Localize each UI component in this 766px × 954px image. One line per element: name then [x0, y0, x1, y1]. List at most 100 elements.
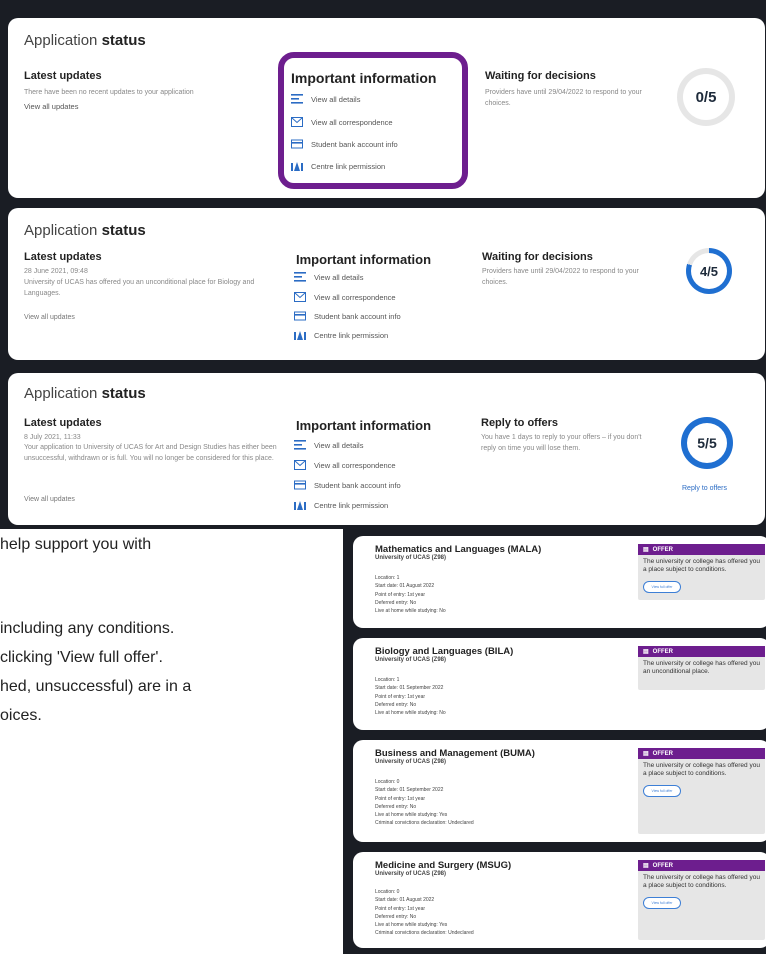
course-provider: University of UCAS (Z98): [375, 657, 447, 663]
waiting-decisions-text: Providers have until 29/04/2022 to respo…: [485, 89, 642, 107]
body-text-line-5: oices.: [0, 707, 42, 724]
card-title-text: Application: [24, 32, 98, 49]
centre-link-permission-link[interactable]: Centre link permission: [294, 500, 388, 510]
centre-link-permission-label: Centre link permission: [314, 500, 389, 510]
course-provider: University of UCAS (Z98): [375, 871, 447, 877]
view-all-updates-link[interactable]: View all updates: [24, 314, 75, 321]
course-detail-line: Criminal convictions declaration: Undecl…: [375, 930, 474, 937]
centre-link-permission-label: Centre link permission: [314, 330, 389, 340]
card-title-bold: status: [101, 32, 146, 49]
view-all-correspondence-link[interactable]: View all correspondence: [294, 460, 396, 470]
offer-bar: ▤ OFFER: [638, 748, 765, 759]
ring-value: 0/5: [695, 88, 717, 106]
course-title: Mathematics and Languages (MALA): [375, 544, 542, 555]
offer-box: ▤ OFFER The university or college has off…: [638, 646, 765, 690]
course-detail-line: Live at home while studying: Yes: [375, 812, 448, 818]
course-detail-line: Start date: 01 September 2022: [375, 685, 444, 692]
course-provider: University of UCAS (Z98): [375, 759, 447, 765]
ring-value: 4/5: [699, 263, 719, 279]
latest-update-date: 28 June 2021, 09:48: [24, 268, 88, 275]
important-info-title: Important information: [296, 252, 432, 267]
offer-label: OFFER: [652, 648, 674, 655]
offer-bar: ▤ OFFER: [638, 544, 765, 555]
offer-box: ▤ OFFER The university or college has off…: [638, 544, 765, 600]
view-full-offer-button[interactable]: View full offer: [643, 896, 681, 909]
course-provider: University of UCAS (Z98): [375, 555, 447, 561]
offer-bar: ▤ OFFER: [638, 860, 765, 871]
student-bank-account-link[interactable]: Student bank account info: [294, 480, 401, 490]
view-full-offer-button[interactable]: View full offer: [643, 580, 681, 593]
student-bank-account-label: Student bank account info: [314, 480, 401, 490]
waiting-decisions-header: Waiting for decisions: [482, 251, 593, 263]
card-title: Application status: [24, 385, 146, 402]
view-full-offer-button[interactable]: View full offer: [643, 784, 681, 797]
student-bank-account-link[interactable]: Student bank account info: [294, 311, 401, 321]
offer-text: The university or college has offered yo…: [643, 660, 760, 676]
reply-to-offers-text: You have 1 days to reply to your offers …: [481, 434, 642, 452]
waiting-decisions-text: Providers have until 29/04/2022 to respo…: [482, 268, 639, 286]
course-title: Business and Management (BUMA): [375, 748, 535, 759]
course-detail-line: Location: 1: [375, 575, 400, 581]
course-detail-line: Start date: 01 August 2022: [375, 897, 435, 904]
view-all-correspondence-label: View all correspondence: [314, 460, 396, 470]
course-detail-line: Deferred entry: No: [375, 701, 417, 708]
offer-icon: ▤: [643, 863, 649, 869]
offer-box: ▤ OFFER The university or college has off…: [638, 748, 765, 834]
view-all-correspondence-label: View all correspondence: [314, 292, 396, 302]
card-title-bold: status: [101, 222, 146, 239]
offer-bar: ▤ OFFER: [638, 646, 765, 657]
offer-text: The university or college has offered yo…: [643, 874, 760, 890]
course-detail-line: Location: 0: [375, 779, 400, 785]
choices-progress-ring: 5/5: [681, 417, 733, 469]
offer-label: OFFER: [652, 750, 674, 757]
student-bank-account-label: Student bank account info: [314, 311, 401, 321]
course-details: Location: 1 Start date: 01 August 2022 P…: [375, 574, 446, 615]
centre-link-icon: [294, 501, 306, 510]
card-title-text: Application: [24, 222, 98, 239]
body-text-line-4: hed, unsuccessful) are in a: [0, 678, 192, 695]
details-icon: [294, 440, 306, 450]
offer-text: The university or college has offered yo…: [643, 558, 760, 574]
reply-to-offers-link[interactable]: Reply to offers: [682, 485, 727, 492]
offer-icon: ▤: [643, 751, 649, 757]
waiting-decisions-header: Waiting for decisions: [485, 70, 596, 82]
course-title: Medicine and Surgery (MSUG): [375, 860, 512, 871]
view-all-updates-link[interactable]: View all updates: [24, 102, 78, 111]
centre-link-permission-link[interactable]: Centre link permission: [294, 330, 388, 340]
view-all-details-label: View all details: [314, 440, 364, 450]
course-detail-line: Live at home while studying: No: [375, 608, 446, 614]
course-title: Biology and Languages (BILA): [375, 646, 514, 657]
offer-icon: ▤: [643, 649, 649, 655]
view-all-details-label: View all details: [314, 272, 364, 282]
course-detail-line: Deferred entry: No: [375, 803, 417, 810]
course-detail-line: Location: 0: [375, 889, 400, 895]
view-all-details-link[interactable]: View all details: [294, 272, 363, 282]
status-card-1: Application status Latest updates There …: [8, 18, 765, 198]
body-text-line-2: including any conditions.: [0, 620, 175, 637]
correspondence-icon: [294, 292, 306, 302]
course-card-bila: Biology and Languages (BILA) University …: [353, 638, 766, 730]
status-card-2: Application status Latest updates 28 Jun…: [8, 208, 765, 360]
course-detail-line: Point of entry: 1st year: [375, 795, 426, 802]
course-detail-line: Live at home while studying: No: [375, 710, 446, 716]
course-detail-line: Live at home while studying: Yes: [375, 922, 448, 928]
latest-updates-header: Latest updates: [24, 70, 102, 82]
choices-progress-ring: 4/5: [686, 248, 732, 294]
course-detail-line: Start date: 01 August 2022: [375, 583, 435, 590]
body-text-line-3: clicking 'View full offer'.: [0, 649, 163, 666]
body-text-line-1: help support you with: [0, 536, 152, 553]
latest-updates-header: Latest updates: [24, 251, 102, 263]
course-detail-line: Deferred entry: No: [375, 913, 417, 920]
view-all-correspondence-link[interactable]: View all correspondence: [294, 292, 396, 302]
course-detail-line: Point of entry: 1st year: [375, 693, 426, 700]
status-card-3: Application status Latest updates 8 July…: [8, 373, 765, 525]
course-detail-line: Criminal convictions declaration: Undecl…: [375, 820, 474, 827]
latest-updates-text: There have been no recent updates to you…: [24, 89, 194, 96]
course-card-msug: Medicine and Surgery (MSUG) University o…: [353, 852, 766, 948]
correspondence-icon: [294, 460, 306, 470]
view-all-updates-link[interactable]: View all updates: [24, 496, 75, 503]
course-detail-line: Deferred entry: No: [375, 599, 417, 606]
important-info-highlight: [278, 52, 468, 189]
view-all-details-link[interactable]: View all details: [294, 440, 363, 450]
latest-updates-header: Latest updates: [24, 417, 102, 429]
